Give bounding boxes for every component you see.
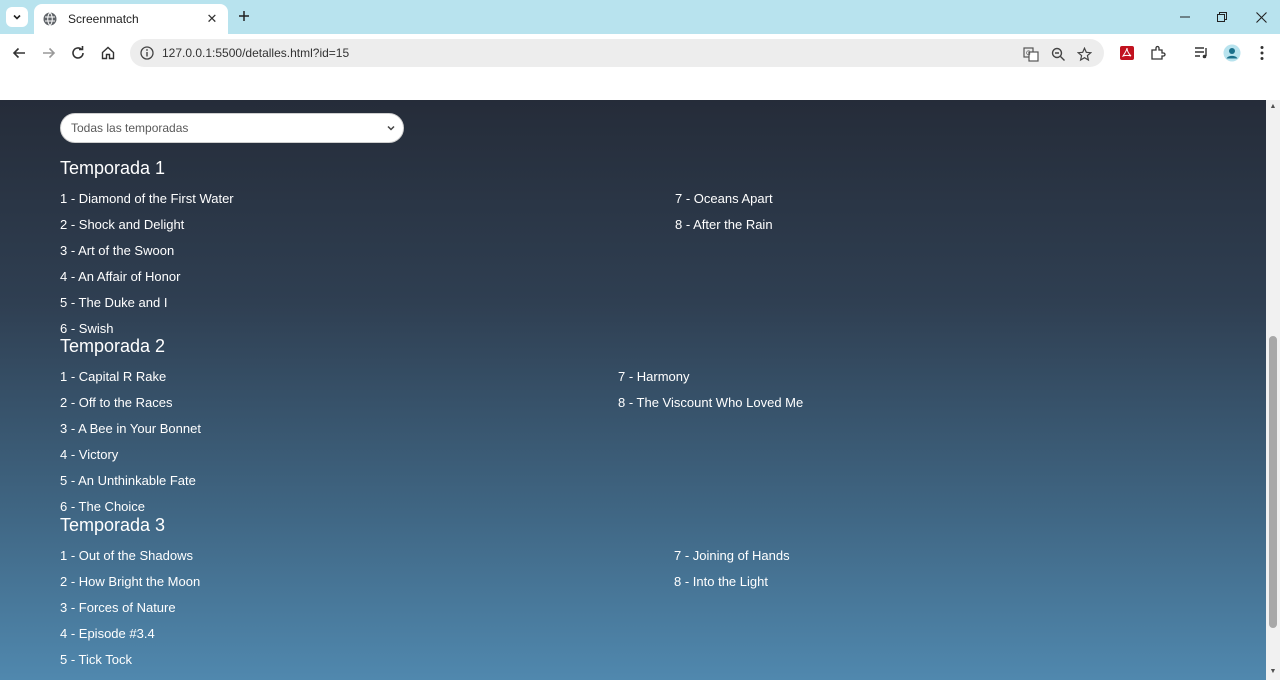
episode-link[interactable]: 2 - Off to the Races <box>60 395 172 410</box>
episode-link[interactable]: 5 - An Unthinkable Fate <box>60 473 196 488</box>
episode-link[interactable]: 4 - An Affair of Honor <box>60 269 180 284</box>
browser-tab[interactable]: Screenmatch ✕ <box>34 4 228 34</box>
profile-avatar-icon[interactable] <box>1222 43 1242 63</box>
episode-link[interactable]: 1 - Diamond of the First Water <box>60 191 234 206</box>
episode-link[interactable]: 2 - How Bright the Moon <box>60 574 200 589</box>
episode-link[interactable]: 5 - The Duke and I <box>60 295 167 310</box>
bookmark-star-icon[interactable] <box>1075 45 1093 63</box>
page-header-strip <box>0 72 1280 100</box>
arrow-left-icon <box>12 47 25 59</box>
menu-kebab-icon[interactable] <box>1252 43 1272 63</box>
episode-link[interactable]: 8 - The Viscount Who Loved Me <box>618 395 803 410</box>
globe-icon <box>43 12 57 26</box>
svg-text:G: G <box>1026 50 1031 57</box>
tab-title: Screenmatch <box>68 12 139 26</box>
reload-button[interactable] <box>67 42 89 64</box>
season-heading: Temporada 1 <box>60 158 166 178</box>
season-heading: Temporada 2 <box>60 336 166 356</box>
episode-link[interactable]: 4 - Episode #3.4 <box>60 626 155 641</box>
back-button[interactable] <box>8 42 30 64</box>
site-info-icon[interactable] <box>140 46 154 60</box>
episode-link[interactable]: 1 - Capital R Rake <box>60 369 166 384</box>
media-controls-icon[interactable] <box>1192 43 1212 63</box>
episode-link[interactable]: 3 - A Bee in Your Bonnet <box>60 421 201 436</box>
address-bar[interactable]: 127.0.0.1:5500/detalles.html?id=15 G <box>130 39 1104 67</box>
browser-titlebar: Screenmatch ✕ <box>0 0 1280 34</box>
season-heading: Temporada 3 <box>60 515 166 535</box>
episode-link[interactable]: 2 - Shock and Delight <box>60 217 184 232</box>
episode-link[interactable]: 1 - Out of the Shadows <box>60 548 193 563</box>
restore-icon <box>1217 12 1227 22</box>
close-icon[interactable]: ✕ <box>204 11 220 27</box>
episode-link[interactable]: 7 - Joining of Hands <box>674 548 790 563</box>
reload-icon <box>72 46 84 59</box>
episodes-section: Todas las temporadas Temporada 1 1 - Dia… <box>0 100 1266 680</box>
episode-link[interactable]: 6 - The Choice <box>60 499 145 514</box>
season-select-value: Todas las temporadas <box>71 121 189 135</box>
zoom-icon[interactable] <box>1049 45 1067 63</box>
url-text: 127.0.0.1:5500/detalles.html?id=15 <box>162 46 350 60</box>
close-window-button[interactable] <box>1249 6 1273 28</box>
season-select[interactable]: Todas las temporadas <box>60 113 404 143</box>
episode-link[interactable]: 8 - Into the Light <box>674 574 768 589</box>
scrollbar-thumb[interactable] <box>1269 336 1277 628</box>
extensions-icon[interactable] <box>1148 43 1168 63</box>
scroll-down-arrow-icon[interactable]: ▼ <box>1269 668 1277 676</box>
translate-icon[interactable]: G <box>1022 45 1040 63</box>
episode-link[interactable]: 3 - Art of the Swoon <box>60 243 174 258</box>
new-tab-button[interactable] <box>234 6 254 26</box>
pdf-extension-icon[interactable] <box>1117 43 1137 63</box>
episode-link[interactable]: 7 - Oceans Apart <box>675 191 773 206</box>
episode-link[interactable]: 3 - Forces of Nature <box>60 600 176 615</box>
episode-link[interactable]: 4 - Victory <box>60 447 118 462</box>
close-icon <box>1255 11 1267 23</box>
minimize-button[interactable] <box>1173 6 1197 28</box>
chevron-down-icon <box>387 125 395 131</box>
restore-button[interactable] <box>1210 6 1234 28</box>
home-button[interactable] <box>97 42 119 64</box>
chevron-down-icon <box>13 14 21 20</box>
tab-search-button[interactable] <box>6 7 28 27</box>
scroll-up-arrow-icon[interactable]: ▲ <box>1269 103 1277 111</box>
vertical-scrollbar[interactable]: ▲ ▼ <box>1266 100 1280 680</box>
episode-link[interactable]: 6 - Swish <box>60 321 113 336</box>
home-icon <box>101 46 115 60</box>
episode-link[interactable]: 7 - Harmony <box>618 369 690 384</box>
forward-button[interactable] <box>38 42 60 64</box>
episode-link[interactable]: 5 - Tick Tock <box>60 652 132 667</box>
browser-toolbar: 127.0.0.1:5500/detalles.html?id=15 G <box>0 34 1280 72</box>
arrow-right-icon <box>43 47 56 59</box>
episode-link[interactable]: 8 - After the Rain <box>675 217 773 232</box>
minimize-icon <box>1180 16 1190 18</box>
plus-icon <box>239 11 249 21</box>
